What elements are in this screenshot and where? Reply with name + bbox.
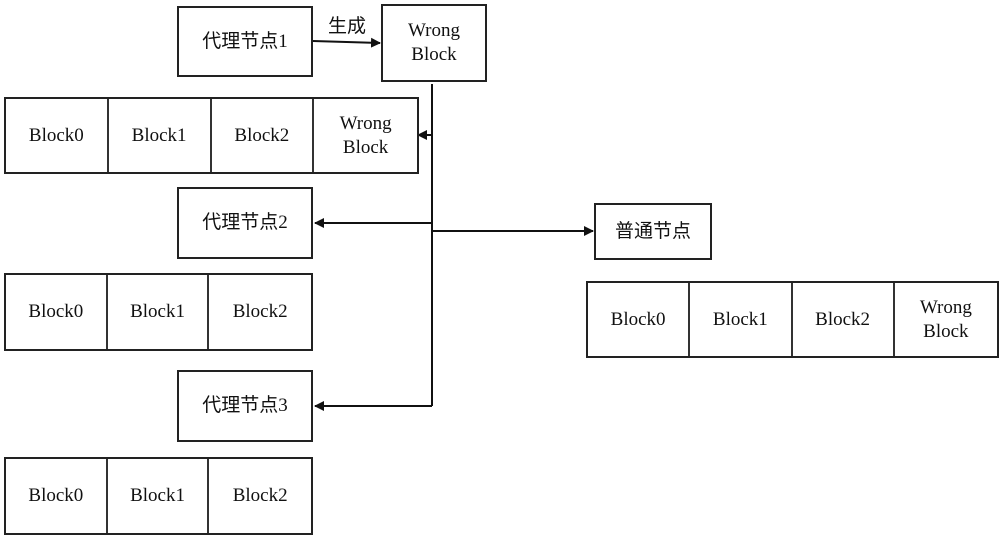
block-cell: Block1	[109, 99, 212, 172]
wrong-block-cell: Wrong Block	[339, 112, 392, 158]
block-cell: Block2	[232, 301, 288, 322]
proxy-node-1: 代理节点1	[177, 6, 313, 77]
block-cell: Block1	[690, 283, 793, 356]
normal-node-label: 普通节点	[614, 220, 691, 242]
block-cell: Block1	[108, 459, 210, 533]
block-cell: Block2	[212, 99, 315, 172]
block-cell: Block0	[6, 275, 108, 349]
wrong-block-label: Wrong Block	[408, 20, 460, 65]
block-cell: Block0	[6, 99, 109, 172]
block-cell: Block2	[232, 485, 288, 506]
block-cell: Block0	[6, 459, 108, 533]
wrong-block-node: Wrong Block	[381, 4, 487, 82]
generate-label: 生成	[328, 16, 367, 37]
normal-node: 普通节点	[594, 203, 712, 260]
proxy-node-3-label: 代理节点3	[202, 395, 288, 416]
chain-normal-node: Block0 Block1 Block2 Wrong Block	[586, 281, 999, 358]
proxy-node-1-label: 代理节点1	[202, 30, 288, 52]
proxy-node-3: 代理节点3	[177, 370, 313, 442]
proxy-node-2: 代理节点2	[177, 187, 313, 259]
block-cell: Block1	[108, 275, 210, 349]
chain-proxy-2: Block0 Block1 Block2	[4, 273, 313, 351]
proxy-node-2-label: 代理节点2	[202, 212, 288, 233]
chain-proxy-1: Block0 Block1 Block2 Wrong Block	[4, 97, 419, 174]
chain-proxy-3: Block0 Block1 Block2	[4, 457, 313, 535]
block-cell: Block0	[588, 283, 691, 356]
arrow-proxy1-to-wrong-block	[312, 37, 381, 48]
block-cell: Block2	[793, 283, 895, 356]
wrong-block-cell: Wrong Block	[919, 296, 972, 342]
